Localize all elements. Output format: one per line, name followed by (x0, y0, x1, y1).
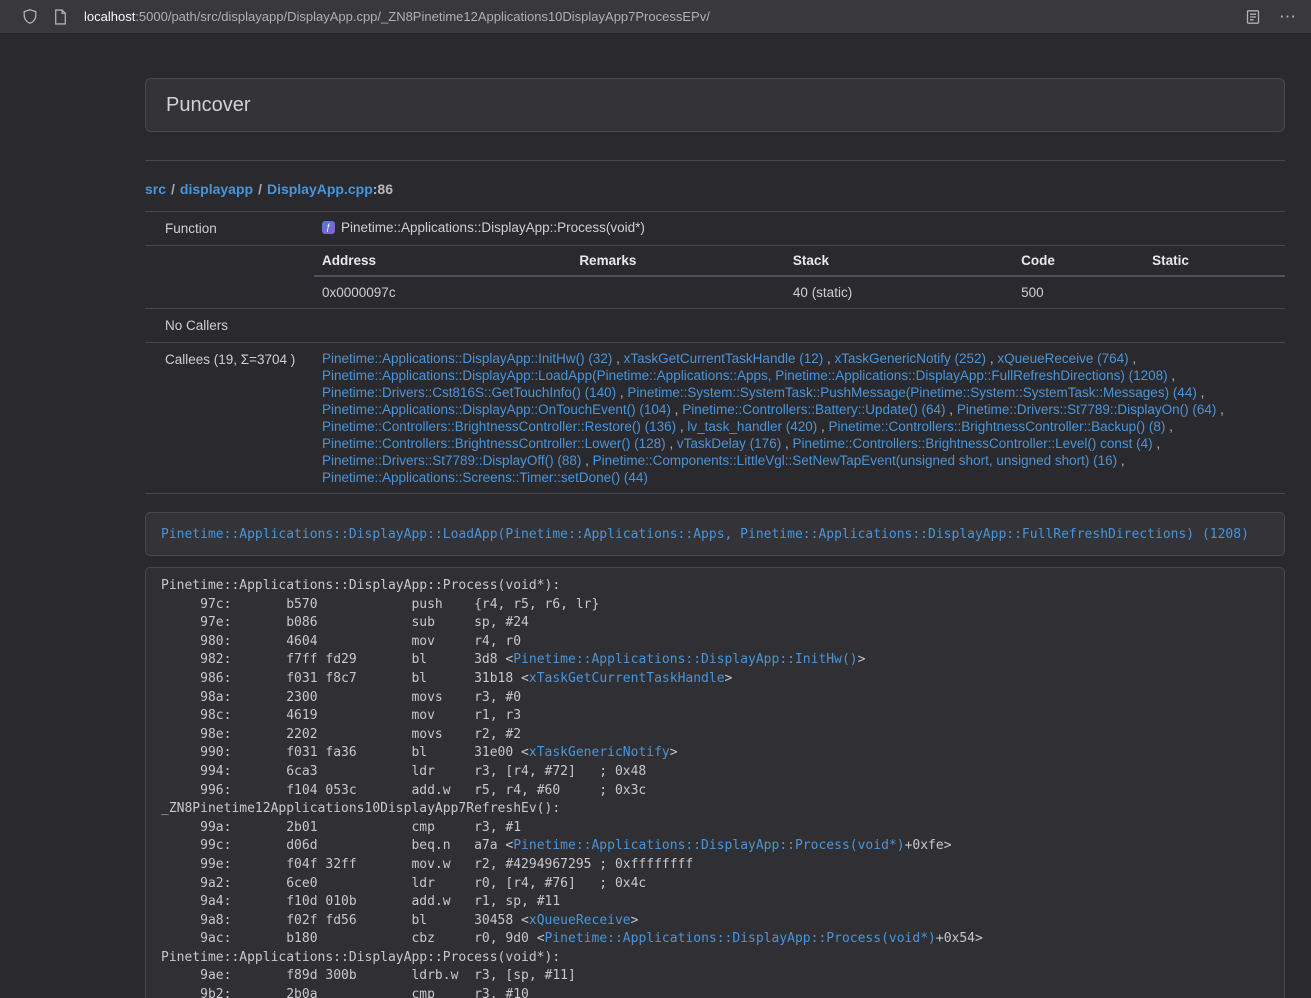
callee-separator: , (666, 436, 677, 451)
callers-row: No Callers (145, 309, 1285, 343)
callee-link[interactable]: lv_task_handler (420) (687, 419, 817, 434)
breadcrumb-line-number: :86 (373, 181, 393, 197)
callee-link[interactable]: xTaskGetCurrentTaskHandle (12) (624, 351, 824, 366)
function-icon: ƒ (322, 221, 335, 234)
callee-link[interactable]: Pinetime::Controllers::BrightnessControl… (829, 419, 1166, 434)
page-title-panel: Puncover (145, 78, 1285, 132)
code-symbol-link[interactable]: Pinetime::Applications::DisplayApp::Proc… (513, 838, 904, 853)
callee-separator: , (1165, 419, 1173, 434)
callee-separator: , (1153, 436, 1161, 451)
callee-separator: , (781, 436, 792, 451)
symbol-table: Function ƒ Pinetime::Applications::Displ… (145, 211, 1285, 494)
callee-separator: , (1216, 402, 1224, 417)
function-signature: Pinetime::Applications::DisplayApp::Proc… (341, 219, 645, 236)
callee-link[interactable]: Pinetime::Drivers::St7789::DisplayOff() … (322, 453, 581, 468)
callee-link[interactable]: Pinetime::Controllers::BrightnessControl… (322, 436, 666, 451)
callee-separator: , (986, 351, 997, 366)
overflow-menu-icon[interactable]: ⋯ (1279, 8, 1297, 25)
callee-link[interactable]: vTaskDelay (176) (677, 436, 781, 451)
stats-address-value: 0x0000097c (314, 276, 571, 308)
function-row-label: Function (145, 212, 314, 246)
shield-icon[interactable] (22, 8, 38, 25)
callee-separator: , (1197, 385, 1205, 400)
callee-link[interactable]: xTaskGenericNotify (252) (835, 351, 987, 366)
symbol-highlight-link[interactable]: Pinetime::Applications::DisplayApp::Load… (161, 527, 1249, 542)
stats-stack-value: 40 (static) (785, 276, 1013, 308)
stats-static-value (1144, 276, 1285, 308)
callee-link[interactable]: Pinetime::Controllers::BrightnessControl… (322, 419, 676, 434)
url-host: localhost (84, 9, 135, 24)
url-path: :5000/path/src/displayapp/DisplayApp.cpp… (135, 9, 710, 24)
main-container: Puncover src / displayapp / DisplayApp.cpp:8… (145, 78, 1285, 998)
page-icon[interactable] (54, 9, 67, 25)
callee-link[interactable]: Pinetime::Applications::DisplayApp::Init… (322, 351, 612, 366)
reader-view-icon[interactable] (1245, 9, 1261, 25)
breadcrumb-separator: / (258, 181, 262, 197)
stats-remarks-value (571, 276, 785, 308)
no-callers-label: No Callers (145, 309, 314, 343)
callee-link[interactable]: Pinetime::Applications::Screens::Timer::… (322, 470, 648, 485)
code-symbol-link[interactable]: xQueueReceive (529, 913, 631, 928)
symbol-highlight-panel: Pinetime::Applications::DisplayApp::Load… (145, 512, 1285, 556)
callee-separator: , (581, 453, 592, 468)
url-bar[interactable]: localhost:5000/path/src/displayapp/Displ… (84, 9, 1245, 24)
breadcrumb-link-displayapp[interactable]: displayapp (180, 181, 253, 197)
page-title: Puncover (166, 94, 251, 116)
code-panel: Pinetime::Applications::DisplayApp::Proc… (145, 567, 1285, 998)
stats-row: Address Remarks Stack Code Static 0x0000… (145, 246, 1285, 309)
callee-link[interactable]: Pinetime::Controllers::Battery::Update()… (682, 402, 945, 417)
stats-header-stack: Stack (785, 246, 1013, 276)
callee-link[interactable]: Pinetime::Controllers::BrightnessControl… (792, 436, 1152, 451)
code-symbol-link[interactable]: xTaskGetCurrentTaskHandle (529, 671, 725, 686)
callee-separator: , (1129, 351, 1137, 366)
stats-code-value: 500 (1013, 276, 1144, 308)
function-row: Function ƒ Pinetime::Applications::Displ… (145, 212, 1285, 246)
callee-link[interactable]: Pinetime::Drivers::St7789::DisplayOn() (… (957, 402, 1217, 417)
callee-link[interactable]: Pinetime::System::SystemTask::PushMessag… (627, 385, 1196, 400)
callees-label: Callees (19, Σ=3704 ) (145, 343, 314, 494)
breadcrumb-link-src[interactable]: src (145, 181, 166, 197)
callee-link[interactable]: Pinetime::Applications::DisplayApp::Load… (322, 368, 1168, 383)
callees-row: Callees (19, Σ=3704 ) Pinetime::Applicat… (145, 343, 1285, 494)
callee-separator: , (817, 419, 828, 434)
callee-separator: , (676, 419, 687, 434)
callees-list: Pinetime::Applications::DisplayApp::Init… (314, 343, 1285, 494)
callee-separator: , (671, 402, 682, 417)
callee-link[interactable]: Pinetime::Applications::DisplayApp::OnTo… (322, 402, 671, 417)
callee-separator: , (616, 385, 627, 400)
browser-chrome: localhost:5000/path/src/displayapp/Displ… (0, 0, 1311, 34)
callee-link[interactable]: xQueueReceive (764) (997, 351, 1128, 366)
callee-link[interactable]: Pinetime::Components::LittleVgl::SetNewT… (593, 453, 1118, 468)
callee-separator: , (612, 351, 623, 366)
stats-header-code: Code (1013, 246, 1144, 276)
breadcrumb-separator: / (171, 181, 175, 197)
breadcrumb-link-file[interactable]: DisplayApp.cpp (267, 181, 373, 197)
breadcrumb: src / displayapp / DisplayApp.cpp:86 (145, 182, 1285, 197)
code-symbol-link[interactable]: Pinetime::Applications::DisplayApp::Proc… (545, 931, 936, 946)
stats-header-address: Address (314, 246, 571, 276)
stats-table: Address Remarks Stack Code Static 0x0000… (314, 246, 1285, 308)
callee-separator: , (1168, 368, 1176, 383)
stats-header-static: Static (1144, 246, 1285, 276)
callee-separator: , (946, 402, 957, 417)
callee-separator: , (823, 351, 834, 366)
code-symbol-link[interactable]: xTaskGenericNotify (529, 745, 670, 760)
callee-link[interactable]: Pinetime::Drivers::Cst816S::GetTouchInfo… (322, 385, 616, 400)
callee-separator: , (1117, 453, 1125, 468)
code-symbol-link[interactable]: Pinetime::Applications::DisplayApp::Init… (513, 652, 857, 667)
code-block: Pinetime::Applications::DisplayApp::Proc… (161, 577, 1269, 998)
stats-header-remarks: Remarks (571, 246, 785, 276)
content-divider (145, 160, 1285, 161)
